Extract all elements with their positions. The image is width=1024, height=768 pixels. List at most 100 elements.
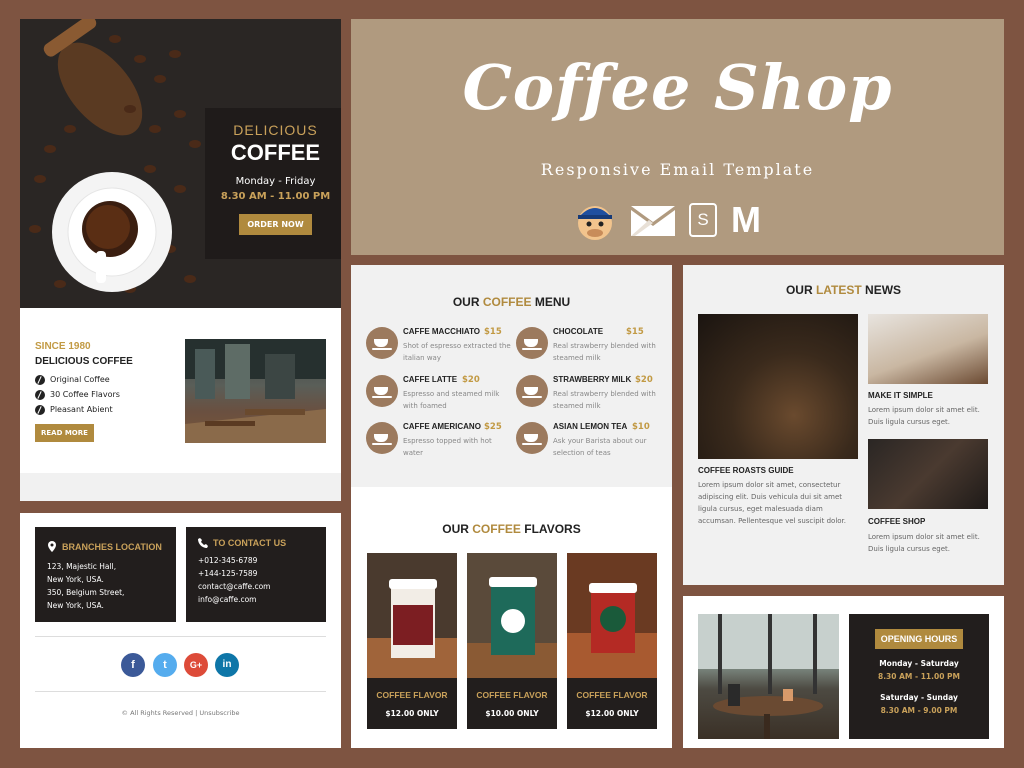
- divider: [35, 636, 326, 637]
- menu-item-price: $15: [484, 327, 502, 337]
- platform-logos: S M: [573, 197, 761, 243]
- menu-item[interactable]: STRAWBERRY MILK $20 Real strawberry blen…: [516, 375, 661, 419]
- coffee-cup-icon: [366, 375, 398, 407]
- barista-image[interactable]: [868, 439, 988, 509]
- menu-item-desc: Espresso and steamed milk with foamed: [403, 390, 500, 410]
- feature-list: Original Coffee 30 Coffee Flavors Pleasa…: [35, 372, 120, 417]
- location-pin-icon: [48, 541, 56, 552]
- divider: [35, 691, 326, 692]
- coffee-bean-icon: [35, 404, 45, 415]
- linkedin-icon[interactable]: in: [215, 653, 239, 677]
- footer-text[interactable]: © All Rights Reserved | Unsubscribe: [20, 709, 341, 717]
- hero-promo-box: DELICIOUS COFFEE Monday - Friday 8.30 AM…: [205, 108, 341, 259]
- address-line: New York, USA.: [47, 601, 104, 610]
- article-title[interactable]: COFFEE SHOP: [868, 517, 925, 526]
- red-cup-image: [367, 553, 457, 678]
- flavor-price: $10.00 ONLY: [485, 709, 539, 718]
- coffee-cup-icon: [516, 327, 548, 359]
- contact-section: BRANCHES LOCATION 123, Majestic Hall, Ne…: [20, 513, 341, 748]
- flavor-card[interactable]: COFFEE FLAVOR $12.00 ONLY: [567, 553, 657, 729]
- article-title[interactable]: MAKE IT SIMPLE: [868, 391, 933, 400]
- google-plus-icon[interactable]: G+: [184, 653, 208, 677]
- address-line: New York, USA.: [47, 575, 104, 584]
- twitter-icon[interactable]: t: [153, 653, 177, 677]
- menu-item-desc: Real strawberry blended with steamed mil…: [553, 342, 656, 362]
- article-title[interactable]: COFFEE ROASTS GUIDE: [698, 466, 794, 475]
- contact-line[interactable]: contact@caffe.com: [198, 580, 326, 593]
- flavor-card[interactable]: COFFEE FLAVOR $10.00 ONLY: [467, 553, 557, 729]
- hero-kicker: DELICIOUS: [233, 122, 318, 138]
- branches-box: BRANCHES LOCATION 123, Majestic Hall, Ne…: [35, 527, 176, 622]
- starbucks-cup-image: [567, 553, 657, 678]
- menu-item-price: $20: [635, 375, 653, 385]
- menu-item-price: $10: [632, 422, 650, 432]
- cafe-interior-image: [185, 339, 326, 443]
- hero-days: Monday - Friday: [235, 176, 316, 187]
- coffee-roaster-image[interactable]: [698, 314, 858, 459]
- phone-icon: [198, 538, 208, 548]
- news-section: OUR LATEST NEWS COFFEE ROASTS GUIDE Lore…: [683, 265, 1004, 585]
- since-label: SINCE 1980: [35, 341, 91, 352]
- flavor-price: $12.00 ONLY: [385, 709, 439, 718]
- cafe-table-image: [698, 614, 839, 739]
- opening-hours-box: OPENING HOURS Monday - Saturday 8.30 AM …: [849, 614, 989, 739]
- contact-box: TO CONTACT US +012-345-6789 +144-125-758…: [186, 527, 326, 622]
- contact-line[interactable]: info@caffe.com: [198, 593, 326, 606]
- list-item: 30 Coffee Flavors: [35, 387, 120, 402]
- mailchimp-icon: [578, 206, 612, 240]
- stampready-icon: S: [689, 203, 717, 237]
- flavor-price: $12.00 ONLY: [585, 709, 639, 718]
- menu-item-name: CAFFE LATTE: [403, 375, 458, 384]
- about-title: DELICIOUS COFFEE: [35, 356, 133, 367]
- read-more-button[interactable]: READ MORE: [35, 424, 94, 442]
- facebook-icon[interactable]: f: [121, 653, 145, 677]
- flavor-name: COFFEE FLAVOR: [476, 690, 548, 700]
- menu-heading: OUR COFFEE MENU: [452, 295, 571, 309]
- hero-hours: 8.30 AM - 11.00 PM: [220, 191, 331, 202]
- article-text: Lorem ipsum dolor sit amet elit. Duis li…: [868, 406, 980, 426]
- menu-item[interactable]: ASIAN LEMON TEA $10 Ask your Barista abo…: [516, 422, 661, 466]
- flavor-name: COFFEE FLAVOR: [576, 690, 648, 700]
- opening-hours: 8.30 AM - 11.00 PM: [877, 672, 960, 681]
- title-banner: Coffee Shop Responsive Email Template S …: [351, 19, 1004, 255]
- menu-item[interactable]: CAFFE AMERICANO $25 Espresso topped with…: [366, 422, 511, 466]
- hero-title: COFFEE: [230, 140, 321, 165]
- list-item: Pleasant Abient: [35, 402, 120, 417]
- menu-item-name: CAFFE AMERICANO: [403, 422, 481, 431]
- coffee-cup-icon: [366, 422, 398, 454]
- coffee-bean-icon: [35, 374, 45, 385]
- menu-item-desc: Ask your Barista about our selection of …: [553, 437, 647, 457]
- section-divider: [20, 473, 341, 501]
- menu-item-desc: Shot of espresso extracted the italian w…: [403, 342, 511, 362]
- order-now-button[interactable]: ORDER NOW: [239, 214, 312, 235]
- menu-item-price: $25: [484, 422, 502, 432]
- menu-section: OUR COFFEE MENU CAFFE MACCHIATO $15 Shot…: [351, 265, 672, 748]
- menu-item-name: STRAWBERRY MILK: [553, 375, 632, 384]
- green-cup-image: [467, 553, 557, 678]
- hours-section: OPENING HOURS Monday - Saturday 8.30 AM …: [683, 596, 1004, 748]
- banner-title: Coffee Shop: [462, 51, 893, 124]
- mailster-icon: M: [731, 199, 761, 240]
- opening-days: Saturday - Sunday: [880, 693, 958, 702]
- address-line: 350, Belgium Street,: [47, 588, 125, 597]
- flavor-card[interactable]: COFFEE FLAVOR $12.00 ONLY: [367, 553, 457, 729]
- menu-item-price: $20: [462, 375, 480, 385]
- branches-title: BRANCHES LOCATION: [62, 541, 162, 552]
- opening-hours: 8.30 AM - 9.00 PM: [880, 706, 958, 715]
- coffee-cup-image[interactable]: [868, 314, 988, 384]
- menu-item-name: ASIAN LEMON TEA: [553, 422, 628, 431]
- menu-item[interactable]: CAFFE LATTE $20 Espresso and steamed mil…: [366, 375, 511, 419]
- coffee-cup-icon: [516, 375, 548, 407]
- menu-item[interactable]: CHOCOLATE $15 Real strawberry blended wi…: [516, 327, 661, 371]
- contact-line[interactable]: +144-125-7589: [198, 567, 326, 580]
- news-heading: OUR LATEST NEWS: [785, 283, 902, 297]
- list-item: Original Coffee: [35, 372, 120, 387]
- menu-item[interactable]: CAFFE MACCHIATO $15 Shot of espresso ext…: [366, 327, 511, 371]
- contact-line[interactable]: +012-345-6789: [198, 554, 326, 567]
- article-text: Lorem ipsum dolor sit amet elit. Duis li…: [868, 533, 980, 553]
- address-line: 123, Majestic Hall,: [47, 562, 117, 571]
- article-text: Lorem ipsum dolor sit amet, consectetur …: [698, 481, 847, 525]
- menu-item-name: CAFFE MACCHIATO: [403, 327, 481, 336]
- coffee-cup-icon: [366, 327, 398, 359]
- banner-subtitle: Responsive Email Template: [540, 160, 815, 179]
